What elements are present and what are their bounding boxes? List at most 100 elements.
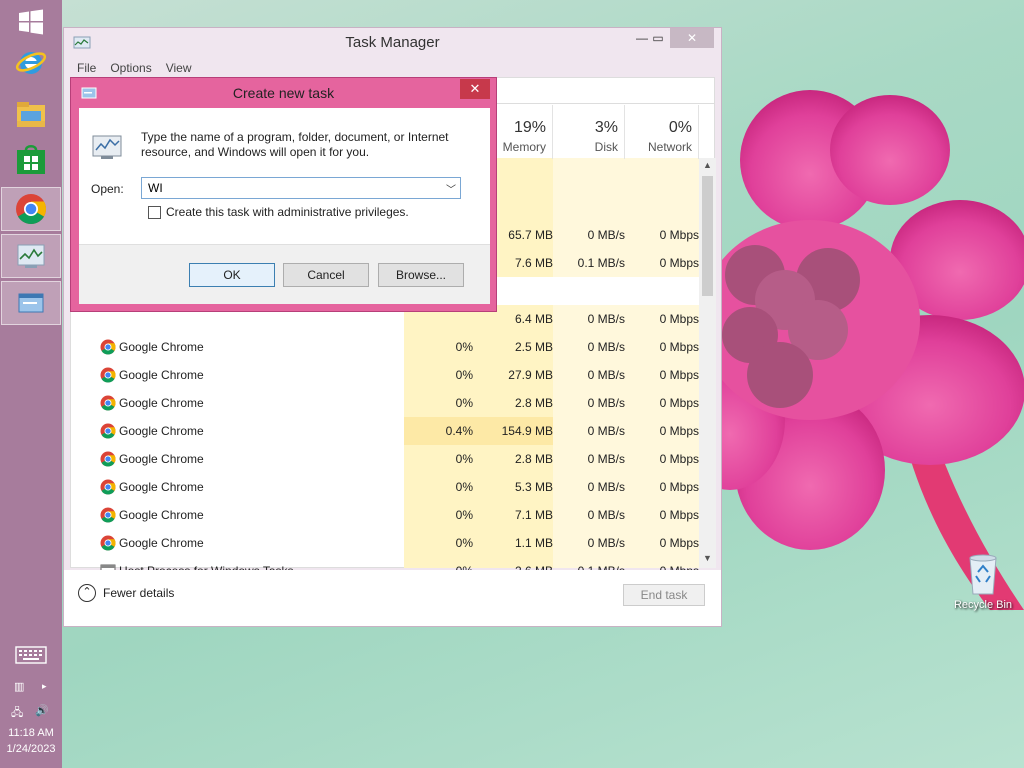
- disk-cell: 0 MB/s: [587, 340, 625, 354]
- close-button[interactable]: ✕: [670, 28, 714, 48]
- process-name: Google Chrome: [119, 452, 204, 466]
- scroll-down-icon[interactable]: ▼: [699, 553, 716, 563]
- menu-view[interactable]: View: [159, 59, 199, 77]
- cpu-cell: 0%: [455, 480, 473, 494]
- disk-cell: 0 MB/s: [587, 228, 625, 242]
- run-program-icon: [92, 135, 122, 159]
- windows-start-icon: [19, 9, 43, 35]
- chrome-icon: [100, 451, 116, 470]
- process-name: Google Chrome: [119, 536, 204, 550]
- network-cell: 0 Mbps: [659, 452, 699, 466]
- network-cell: 0 Mbps: [659, 312, 699, 326]
- show-hidden-icons-icon[interactable]: ▸: [42, 681, 47, 692]
- maximize-button[interactable]: ▭: [644, 28, 672, 48]
- start-button[interactable]: [1, 0, 61, 44]
- network-label: Network: [647, 140, 692, 154]
- disk-percent: 3%: [594, 119, 618, 136]
- task-manager-icon: [17, 244, 45, 268]
- chrome-icon: [100, 367, 116, 386]
- end-task-button[interactable]: End task: [623, 584, 705, 606]
- open-label: Open:: [91, 182, 124, 196]
- chrome-icon: [100, 423, 116, 442]
- process-name: Google Chrome: [119, 396, 204, 410]
- cpu-cell: 0%: [455, 452, 473, 466]
- open-combobox[interactable]: WI ﹀: [141, 177, 461, 199]
- menu-file[interactable]: File: [70, 59, 103, 77]
- network-cell: 0 Mbps: [659, 480, 699, 494]
- chevron-down-icon[interactable]: ﹀: [446, 181, 456, 196]
- recycle-bin-icon: [969, 554, 997, 595]
- recycle-bin[interactable]: Recycle Bin: [948, 552, 1018, 611]
- taskbar-windows-store[interactable]: [1, 138, 61, 182]
- open-input-value[interactable]: WI: [148, 181, 163, 195]
- network-cell: 0 Mbps: [659, 368, 699, 382]
- scroll-up-icon[interactable]: ▲: [699, 160, 716, 170]
- touch-keyboard-icon[interactable]: [15, 646, 47, 664]
- menu-options[interactable]: Options: [103, 59, 158, 77]
- memory-cell: 6.4 MB: [514, 312, 553, 326]
- column-header-disk[interactable]: 3% Disk: [553, 105, 625, 159]
- taskbar-task-manager[interactable]: [1, 234, 61, 278]
- ok-button[interactable]: OK: [189, 263, 275, 287]
- chevron-up-icon: ⌃: [78, 584, 96, 602]
- cpu-cell: 0.4%: [445, 424, 473, 438]
- create-new-task-dialog: Create new task ✕ Type the name of a pro…: [70, 77, 497, 312]
- task-manager-titlebar[interactable]: Task Manager — ▭ ✕: [64, 28, 721, 58]
- windows-store-icon: [17, 145, 45, 174]
- table-row[interactable]: Google Chrome 0% 5.3 MB 0 MB/s 0 Mbps: [71, 473, 699, 501]
- network-icon[interactable]: 🖧: [11, 704, 23, 723]
- table-row[interactable]: Google Chrome 0% 27.9 MB 0 MB/s 0 Mbps: [71, 361, 699, 389]
- disk-cell: 0 MB/s: [587, 480, 625, 494]
- admin-privileges-checkbox[interactable]: Create this task with administrative pri…: [148, 205, 409, 219]
- table-row[interactable]: Google Chrome 0% 2.8 MB 0 MB/s 0 Mbps: [71, 389, 699, 417]
- table-row[interactable]: Google Chrome 0% 2.5 MB 0 MB/s 0 Mbps: [71, 333, 699, 361]
- taskbar-chrome[interactable]: [1, 187, 61, 231]
- cpu-cell: 0%: [455, 508, 473, 522]
- cpu-cell: 0%: [455, 340, 473, 354]
- flag-icon[interactable]: ▥: [14, 680, 24, 693]
- browse-button[interactable]: Browse...: [378, 263, 464, 287]
- memory-cell: 5.3 MB: [514, 480, 553, 494]
- taskbar-internet-explorer[interactable]: [1, 40, 61, 84]
- file-explorer-icon: [17, 102, 45, 127]
- checkbox-box[interactable]: [148, 205, 161, 219]
- dialog-title: Create new task: [232, 85, 335, 101]
- table-row[interactable]: Google Chrome 0% 2.8 MB 0 MB/s 0 Mbps: [71, 445, 699, 473]
- table-row[interactable]: Google Chrome 0% 7.1 MB 0 MB/s 0 Mbps: [71, 501, 699, 529]
- network-percent: 0%: [668, 119, 692, 136]
- vertical-scrollbar[interactable]: ▲ ▼: [699, 158, 716, 568]
- column-header-network[interactable]: 0% Network: [625, 105, 699, 159]
- memory-cell: 2.8 MB: [514, 452, 553, 466]
- process-name: Google Chrome: [119, 480, 204, 494]
- chrome-icon: [100, 395, 116, 414]
- taskbar-run-dialog[interactable]: [1, 281, 61, 325]
- disk-cell: 0 MB/s: [587, 424, 625, 438]
- clock-time[interactable]: 11:18 AM: [0, 726, 62, 741]
- taskbar-file-explorer[interactable]: [1, 92, 61, 136]
- table-row[interactable]: Google Chrome 0% 1.1 MB 0 MB/s 0 Mbps: [71, 529, 699, 557]
- network-cell: 0 Mbps: [659, 396, 699, 410]
- scrollbar-thumb[interactable]: [702, 176, 713, 296]
- chrome-icon: [100, 507, 116, 526]
- cancel-button[interactable]: Cancel: [283, 263, 369, 287]
- chrome-icon: [100, 535, 116, 554]
- chrome-icon: [100, 479, 116, 498]
- maximize-icon: ▭: [652, 31, 664, 45]
- network-cell: 0 Mbps: [659, 228, 699, 242]
- dialog-titlebar[interactable]: Create new task ✕: [71, 78, 496, 108]
- dialog-close-button[interactable]: ✕: [460, 79, 490, 99]
- process-name: Google Chrome: [119, 368, 204, 382]
- table-row[interactable]: Google Chrome 0.4% 154.9 MB 0 MB/s 0 Mbps: [71, 417, 699, 445]
- network-cell: 0 Mbps: [659, 508, 699, 522]
- dialog-description: Type the name of a program, folder, docu…: [141, 130, 449, 159]
- network-cell: 0 Mbps: [659, 536, 699, 550]
- clock-date[interactable]: 1/24/2023: [0, 742, 62, 757]
- cpu-cell: 0%: [455, 536, 473, 550]
- memory-cell: 7.1 MB: [514, 508, 553, 522]
- fewer-details-button[interactable]: ⌃ Fewer details: [78, 584, 174, 602]
- close-icon: ✕: [686, 31, 698, 45]
- volume-icon[interactable]: 🔊: [35, 704, 49, 717]
- task-manager-footer: ⌃ Fewer details End task: [64, 570, 721, 626]
- desktop-wallpaper-flower: [690, 90, 1024, 610]
- menu-bar: File Options View: [70, 59, 199, 77]
